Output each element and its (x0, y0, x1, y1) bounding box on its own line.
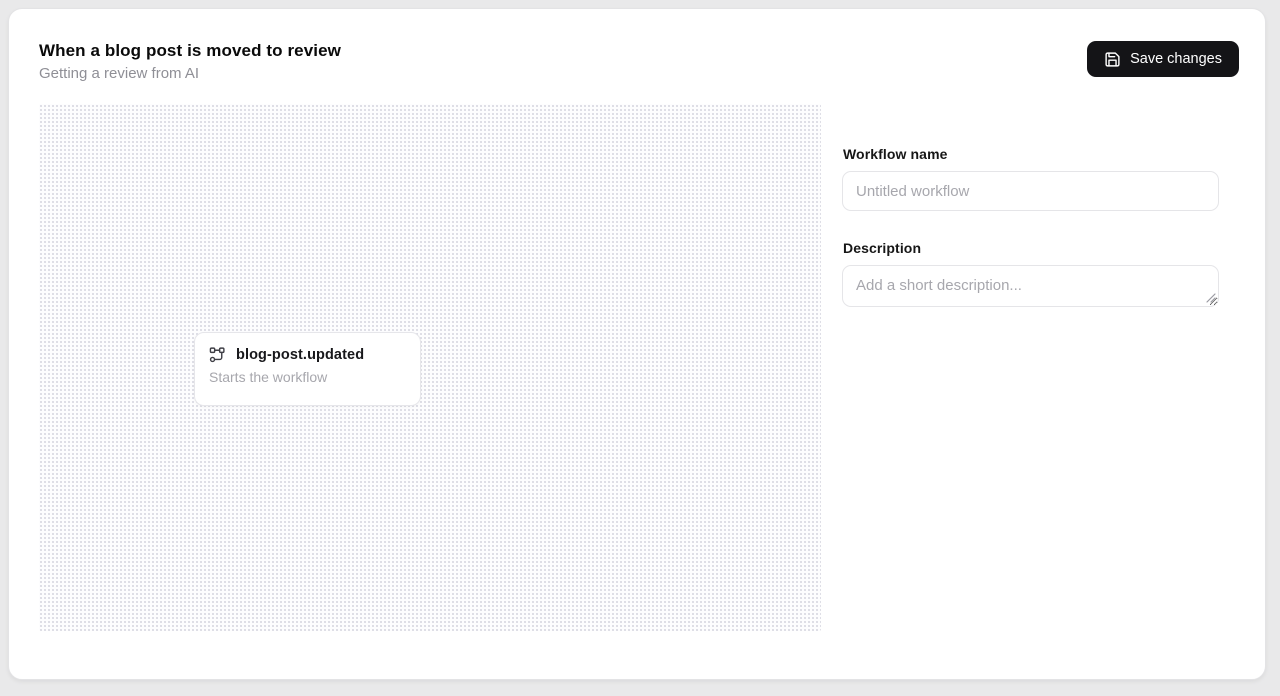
description-field-wrap (842, 265, 1219, 307)
workflow-name-input[interactable] (842, 171, 1219, 211)
description-label: Description (843, 240, 1219, 256)
node-title: blog-post.updated (236, 347, 364, 363)
page-title: When a blog post is moved to review (39, 41, 341, 61)
save-button-label: Save changes (1130, 51, 1222, 67)
description-textarea[interactable] (842, 265, 1219, 307)
node-subtitle: Starts the workflow (209, 369, 406, 385)
workflow-editor-card: When a blog post is moved to review Gett… (8, 8, 1266, 680)
header-titles: When a blog post is moved to review Gett… (39, 41, 341, 84)
workflow-trigger-icon (209, 346, 226, 363)
trigger-node-header: blog-post.updated (209, 346, 406, 363)
editor-header: When a blog post is moved to review Gett… (9, 9, 1265, 84)
trigger-node[interactable]: blog-post.updated Starts the workflow (194, 332, 421, 406)
workflow-canvas[interactable]: blog-post.updated Starts the workflow (39, 104, 821, 631)
page-subtitle: Getting a review from AI (39, 65, 341, 84)
workflow-settings-panel: Workflow name Description (842, 146, 1219, 307)
save-changes-button[interactable]: Save changes (1087, 41, 1239, 77)
save-icon (1104, 51, 1121, 68)
workflow-name-label: Workflow name (843, 146, 1219, 162)
